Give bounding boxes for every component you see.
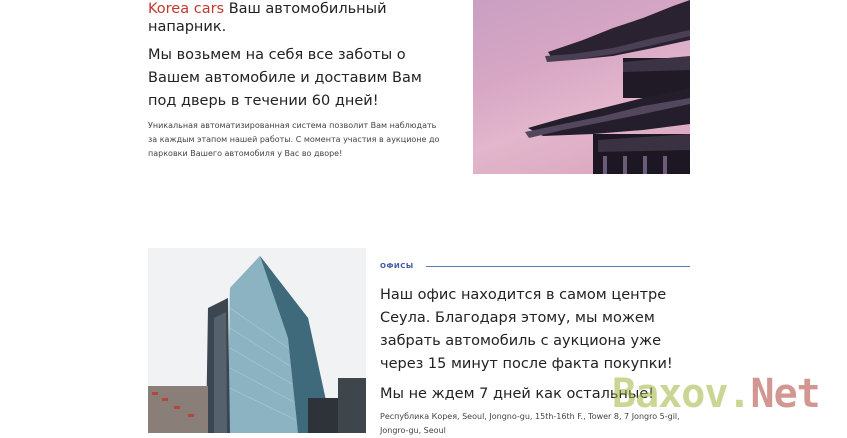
- pagoda-image: [473, 0, 690, 174]
- office-description: Наш офис находится в самом центре Сеула.…: [380, 287, 673, 372]
- watermark-net: Net: [750, 371, 821, 417]
- divider: [425, 265, 690, 267]
- watermark-logo: Baxov.Net: [612, 371, 821, 417]
- watermark-main: Baxov.: [612, 371, 751, 417]
- intro-section: Korea cars Ваш автомобильный напарник. М…: [148, 0, 448, 161]
- office-building-image: [148, 248, 366, 433]
- section-label-row: ОФИСЫ: [380, 262, 690, 270]
- description-text: Уникальная автоматизированная система по…: [148, 121, 440, 158]
- headline: Korea cars Ваш автомобильный напарник.: [148, 0, 448, 36]
- section-label: ОФИСЫ: [380, 262, 414, 270]
- lead-text: Мы возьмем на себя все заботы о Вашем ав…: [148, 47, 422, 109]
- brand-name: Korea cars: [148, 1, 225, 17]
